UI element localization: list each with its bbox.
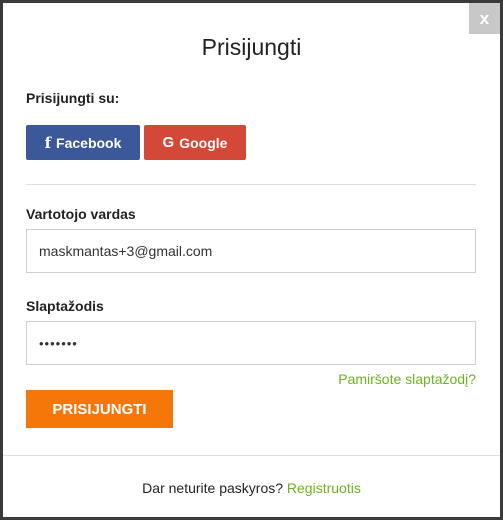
username-label: Vartotojo vardas [26,206,136,222]
google-login-button[interactable]: G Google [144,125,246,160]
register-link[interactable]: Registruotis [287,480,361,496]
footer: Dar neturite paskyros? Registruotis [3,480,500,496]
facebook-label: Facebook [56,134,122,151]
google-icon: G [162,134,175,151]
section-divider [26,184,476,185]
footer-divider [3,455,500,456]
password-label: Slaptažodis [26,298,104,314]
forgot-password-link[interactable]: Pamiršote slaptažodį? [338,371,476,387]
login-submit-button[interactable]: PRISIJUNGTI [26,390,173,428]
google-label: Google [179,134,228,151]
username-input[interactable]: maskmantas+3@gmail.com [26,229,476,273]
footer-text: Dar neturite paskyros? [142,480,284,496]
close-button[interactable]: x [469,3,500,34]
social-login-label: Prisijungti su: [26,90,120,106]
modal-title: Prisijungti [201,34,302,60]
facebook-icon: f [44,133,52,152]
facebook-login-button[interactable]: f Facebook [26,125,140,160]
login-modal: x Prisijungti Prisijungti su: f Facebook… [3,3,500,517]
password-input[interactable]: ••••••• [26,321,476,365]
